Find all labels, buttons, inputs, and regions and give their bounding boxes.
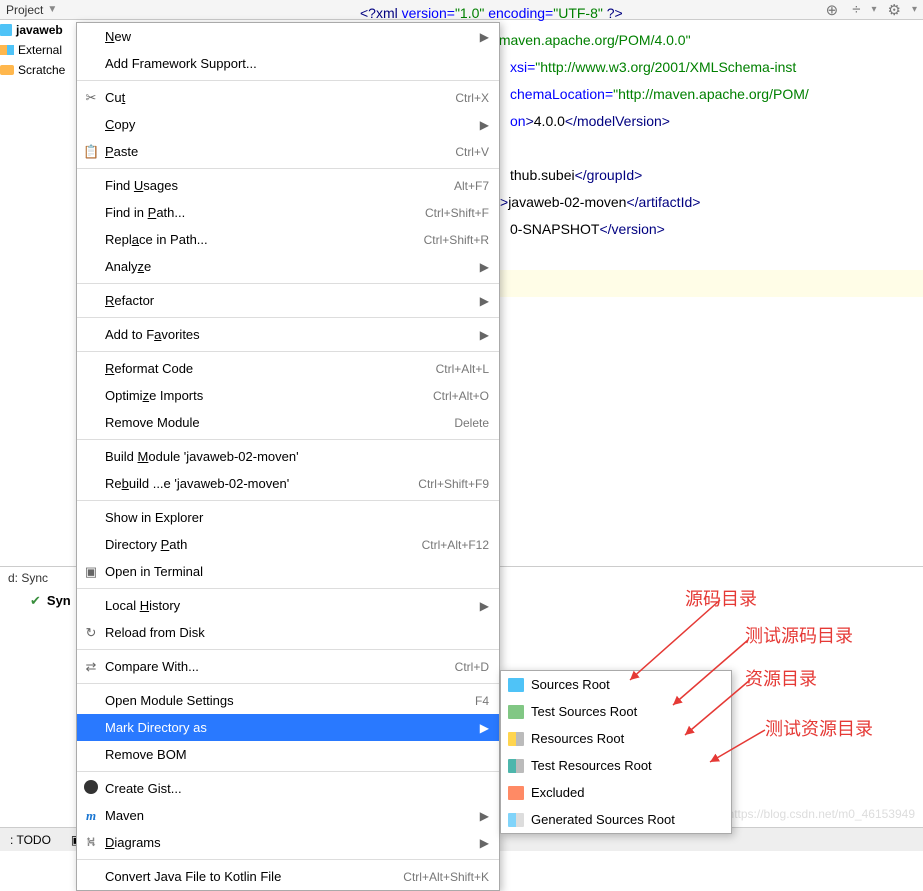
menu-rebuild[interactable]: Rebuild ...e 'javaweb-02-moven'Ctrl+Shif… [77, 470, 499, 497]
menu-build-module[interactable]: Build Module 'javaweb-02-moven' [77, 443, 499, 470]
chevron-right-icon: ▶ [480, 328, 489, 342]
tree-item-project[interactable]: javaweb [0, 20, 82, 40]
chevron-right-icon: ▶ [480, 118, 489, 132]
sync-label: d: Sync [8, 571, 48, 585]
chevron-right-icon: ▶ [480, 809, 489, 823]
menu-replace-in-path[interactable]: Replace in Path...Ctrl+Shift+R [77, 226, 499, 253]
menu-add-framework[interactable]: Add Framework Support... [77, 50, 499, 77]
chevron-right-icon: ▶ [480, 294, 489, 308]
menu-add-favorites[interactable]: Add to Favorites▶ [77, 321, 499, 348]
external-icon [0, 45, 14, 55]
menu-new[interactable]: New▶ [77, 23, 499, 50]
context-menu: New▶ Add Framework Support... ✂CutCtrl+X… [76, 22, 500, 891]
terminal-icon: ▣ [83, 564, 99, 580]
tree-item-scratches[interactable]: Scratche [0, 60, 82, 80]
mark-directory-submenu: Sources Root Test Sources Root Resources… [500, 670, 732, 834]
check-icon: ✔ [30, 593, 41, 608]
menu-directory-path[interactable]: Directory PathCtrl+Alt+F12 [77, 531, 499, 558]
menu-find-usages[interactable]: Find UsagesAlt+F7 [77, 172, 499, 199]
menu-cut[interactable]: ✂CutCtrl+X [77, 84, 499, 111]
todo-tab[interactable]: : TODO [0, 833, 61, 847]
folder-gold-icon [508, 732, 524, 746]
sync-status: ✔Syn [30, 593, 71, 609]
chevron-right-icon: ▶ [480, 599, 489, 613]
menu-analyze[interactable]: Analyze▶ [77, 253, 499, 280]
menu-refactor[interactable]: Refactor▶ [77, 287, 499, 314]
menu-remove-bom[interactable]: Remove BOM [77, 741, 499, 768]
submenu-test-sources-root[interactable]: Test Sources Root [501, 698, 731, 725]
maven-icon: m [83, 808, 99, 824]
menu-create-gist[interactable]: Create Gist... [77, 775, 499, 802]
submenu-sources-root[interactable]: Sources Root [501, 671, 731, 698]
project-tree: javaweb External Scratche [0, 20, 82, 80]
menu-reformat[interactable]: Reformat CodeCtrl+Alt+L [77, 355, 499, 382]
menu-find-in-path[interactable]: Find in Path...Ctrl+Shift+F [77, 199, 499, 226]
annotation-test-resources: 测试资源目录 [765, 715, 873, 741]
menu-compare[interactable]: ⇄Compare With...Ctrl+D [77, 653, 499, 680]
menu-mark-directory-as[interactable]: Mark Directory as▶ [77, 714, 499, 741]
menu-diagrams[interactable]: ⛕Diagrams▶ [77, 829, 499, 856]
menu-local-history[interactable]: Local History▶ [77, 592, 499, 619]
folder-teal-icon [508, 759, 524, 773]
tree-item-external[interactable]: External [0, 40, 82, 60]
paste-icon: 📋 [83, 144, 99, 160]
cut-icon: ✂ [83, 90, 99, 106]
menu-maven[interactable]: mMaven▶ [77, 802, 499, 829]
reload-icon: ↻ [83, 625, 99, 641]
chevron-right-icon: ▶ [480, 721, 489, 735]
folder-green-icon [508, 705, 524, 719]
folder-orange-icon [508, 786, 524, 800]
menu-open-module-settings[interactable]: Open Module SettingsF4 [77, 687, 499, 714]
chevron-right-icon: ▶ [480, 30, 489, 44]
submenu-excluded[interactable]: Excluded [501, 779, 731, 806]
folder-blue-icon [508, 678, 524, 692]
scratch-icon [0, 65, 14, 75]
menu-convert-kotlin[interactable]: Convert Java File to Kotlin FileCtrl+Alt… [77, 863, 499, 890]
menu-paste[interactable]: 📋PasteCtrl+V [77, 138, 499, 165]
annotation-test-sources: 测试源码目录 [745, 622, 853, 648]
dropdown-icon[interactable]: ▼ [47, 4, 57, 15]
menu-reload-disk[interactable]: ↻Reload from Disk [77, 619, 499, 646]
menu-remove-module[interactable]: Remove ModuleDelete [77, 409, 499, 436]
annotation-resources: 资源目录 [745, 665, 817, 691]
submenu-generated-sources-root[interactable]: Generated Sources Root [501, 806, 731, 833]
watermark: https://blog.csdn.net/m0_46153949 [728, 807, 915, 821]
compare-icon: ⇄ [83, 659, 99, 675]
menu-copy[interactable]: Copy▶ [77, 111, 499, 138]
folder-lightblue-icon [508, 813, 524, 827]
menu-optimize[interactable]: Optimize ImportsCtrl+Alt+O [77, 382, 499, 409]
submenu-test-resources-root[interactable]: Test Resources Root [501, 752, 731, 779]
diagram-icon: ⛕ [83, 834, 99, 852]
menu-open-terminal[interactable]: ▣Open in Terminal [77, 558, 499, 585]
annotation-sources: 源码目录 [685, 585, 757, 611]
chevron-right-icon: ▶ [480, 836, 489, 850]
project-label[interactable]: Project [6, 3, 43, 17]
submenu-resources-root[interactable]: Resources Root [501, 725, 731, 752]
chevron-right-icon: ▶ [480, 260, 489, 274]
menu-show-explorer[interactable]: Show in Explorer [77, 504, 499, 531]
github-icon [83, 780, 99, 797]
